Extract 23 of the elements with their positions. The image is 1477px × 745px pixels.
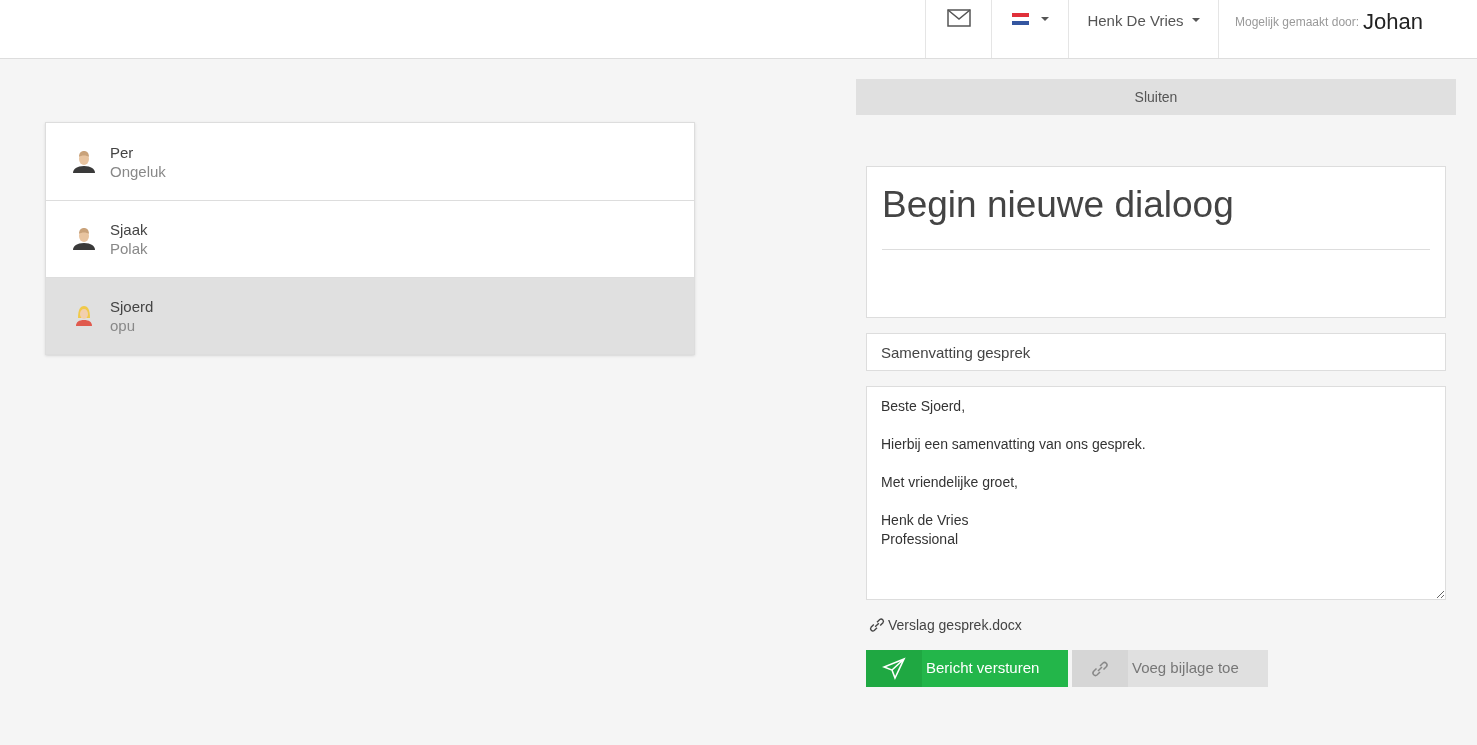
caret-icon[interactable]: [1040, 17, 1049, 21]
contact-subtitle: opu: [110, 316, 137, 335]
attachment-link[interactable]: Verslag gesprek.docx: [888, 615, 1022, 636]
message-field[interactable]: Beste Sjoerd, Hierbij een samenvatting van ons gesprek. Met vriendelijke groet, Henk de Vries Professional: [866, 386, 1446, 600]
contact-name: Sjoerd: [110, 297, 154, 316]
close-button[interactable]: Sluiten: [856, 79, 1456, 115]
flag-icon[interactable]: [1011, 13, 1029, 25]
credit-label: Mogelijk gemaakt door:: [1235, 14, 1360, 31]
male-avatar-icon: [70, 225, 98, 253]
mail-icon[interactable]: [946, 8, 971, 28]
subject-field[interactable]: Samenvatting gesprek: [866, 333, 1446, 371]
contact-item[interactable]: Sjoerd opu: [46, 277, 694, 354]
contact-subtitle: Polak: [110, 239, 148, 258]
contact-item[interactable]: Per Ongeluk: [46, 123, 694, 200]
contact-subtitle: Ongeluk: [110, 161, 166, 181]
contact-name: Per: [110, 142, 135, 162]
caret-icon[interactable]: [1191, 18, 1200, 22]
user-menu[interactable]: Henk De Vries: [1087, 10, 1184, 33]
contact-item[interactable]: Sjaak Polak: [46, 200, 694, 277]
contact-name: Sjaak: [110, 220, 148, 239]
credit-name: Johan: [1363, 8, 1423, 36]
paper-plane-icon: [882, 656, 906, 681]
dialog-title: Begin nieuwe dialoog: [882, 184, 1234, 225]
